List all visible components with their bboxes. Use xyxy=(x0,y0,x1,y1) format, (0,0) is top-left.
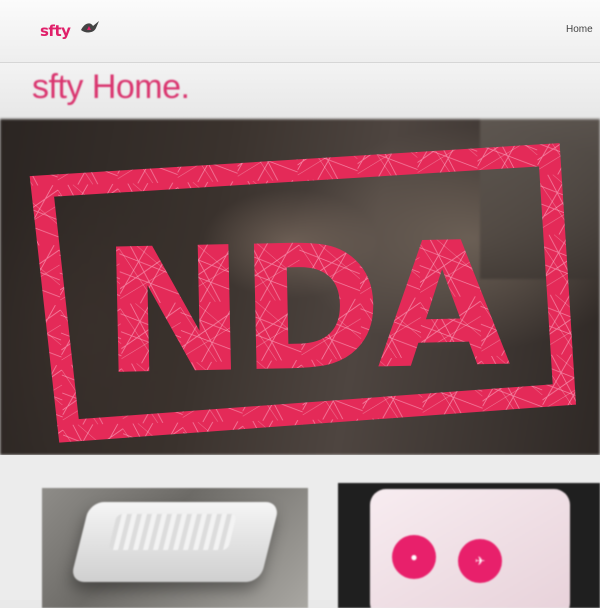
phone-screen: ● ✈ xyxy=(370,489,570,608)
alarm-icon: ● xyxy=(392,535,436,579)
hero-window xyxy=(480,119,600,279)
product-card-device[interactable] xyxy=(42,488,308,608)
shield-icon: ✈ xyxy=(458,539,502,583)
device-vent xyxy=(108,514,237,550)
site-header: sfty Home xyxy=(0,0,600,63)
hero-light xyxy=(200,189,380,299)
bird-logo-icon xyxy=(81,21,99,33)
smoke-detector-image xyxy=(70,502,280,582)
product-card-app[interactable]: ● ✈ xyxy=(338,483,600,608)
page-title: sfty Home. xyxy=(32,68,190,106)
hero-image xyxy=(0,119,600,455)
nav-home-link[interactable]: Home xyxy=(566,24,600,35)
logo[interactable]: sfty xyxy=(40,22,71,40)
